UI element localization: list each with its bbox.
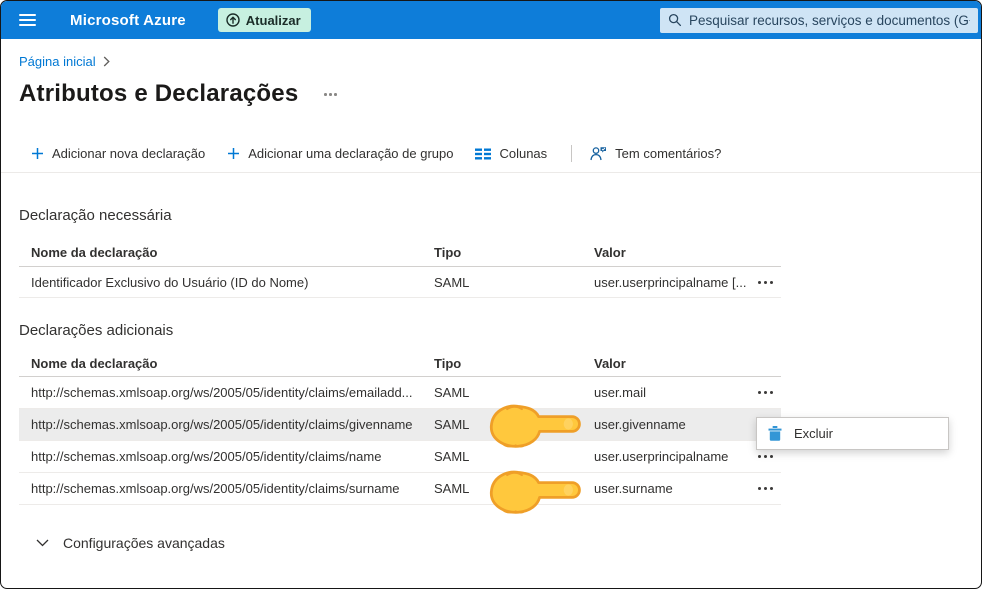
chevron-right-icon	[103, 56, 110, 67]
claim-name: http://schemas.xmlsoap.org/ws/2005/05/id…	[31, 417, 434, 432]
claim-type: SAML	[434, 417, 594, 432]
required-claims-section-title: Declaração necessária	[19, 207, 981, 224]
claim-type: SAML	[434, 385, 594, 400]
plus-icon	[227, 147, 240, 160]
update-button[interactable]: Atualizar	[218, 8, 311, 32]
table-row[interactable]: Identificador Exclusivo do Usuário (ID d…	[19, 267, 781, 298]
column-header-name: Nome da declaração	[31, 356, 434, 371]
column-header-value: Valor	[594, 356, 749, 371]
columns-label: Colunas	[499, 146, 547, 161]
row-context-menu: Excluir	[756, 417, 949, 450]
arrow-up-circle-icon	[226, 13, 240, 27]
feedback-label: Tem comentários?	[615, 146, 721, 161]
row-more-menu-icon[interactable]	[749, 277, 781, 288]
row-more-menu-icon[interactable]	[749, 483, 781, 494]
table-row-name[interactable]: http://schemas.xmlsoap.org/ws/2005/05/id…	[19, 441, 781, 473]
breadcrumb-home-link[interactable]: Página inicial	[19, 54, 96, 69]
claim-value: user.mail	[594, 385, 749, 400]
command-bar: Adicionar nova declaração Adicionar uma …	[1, 141, 981, 173]
row-more-menu-icon[interactable]	[749, 451, 781, 462]
claim-type: SAML	[434, 275, 594, 290]
azure-portal-window: Microsoft Azure Atualizar Página inicial…	[0, 0, 982, 589]
claim-value: user.userprincipalname	[594, 449, 749, 464]
claim-name: http://schemas.xmlsoap.org/ws/2005/05/id…	[31, 481, 434, 496]
delete-menu-item[interactable]: Excluir	[757, 418, 948, 449]
additional-claims-section-title: Declarações adicionais	[19, 322, 981, 339]
column-header-type: Tipo	[434, 356, 594, 371]
update-button-label: Atualizar	[246, 13, 301, 28]
global-search[interactable]	[660, 8, 978, 33]
additional-claims-table: Nome da declaração Tipo Valor http://sch…	[19, 351, 781, 505]
columns-icon	[475, 148, 491, 160]
claim-name: Identificador Exclusivo do Usuário (ID d…	[31, 275, 434, 290]
claim-value: user.userprincipalname [...	[594, 275, 749, 290]
page-content: Página inicial Atributos e Declarações A…	[1, 54, 981, 551]
columns-button[interactable]: Colunas	[475, 146, 547, 161]
chevron-down-icon	[36, 539, 49, 547]
add-group-claim-label: Adicionar uma declaração de grupo	[248, 146, 453, 161]
brand-title: Microsoft Azure	[70, 12, 186, 29]
hamburger-menu-icon[interactable]	[19, 14, 36, 26]
add-claim-label: Adicionar nova declaração	[52, 146, 205, 161]
column-header-name: Nome da declaração	[31, 245, 434, 260]
claim-value: user.givenname	[594, 417, 749, 432]
breadcrumb: Página inicial	[19, 54, 981, 69]
column-header-value: Valor	[594, 245, 749, 260]
claim-name: http://schemas.xmlsoap.org/ws/2005/05/id…	[31, 449, 434, 464]
add-group-claim-button[interactable]: Adicionar uma declaração de grupo	[227, 146, 453, 161]
page-title: Atributos e Declarações	[19, 79, 298, 109]
toolbar-separator	[571, 145, 572, 162]
table-header: Nome da declaração Tipo Valor	[19, 238, 781, 267]
claim-type: SAML	[434, 449, 594, 464]
claim-type: SAML	[434, 481, 594, 496]
add-claim-button[interactable]: Adicionar nova declaração	[31, 146, 205, 161]
claim-name: http://schemas.xmlsoap.org/ws/2005/05/id…	[31, 385, 434, 400]
row-more-menu-icon[interactable]	[749, 387, 781, 398]
table-header: Nome da declaração Tipo Valor	[19, 351, 781, 377]
feedback-button[interactable]: Tem comentários?	[590, 146, 721, 161]
page-title-more-icon[interactable]	[324, 93, 337, 96]
claim-value: user.surname	[594, 481, 749, 496]
feedback-person-icon	[590, 146, 607, 161]
column-header-type: Tipo	[434, 245, 594, 260]
table-row-surname[interactable]: http://schemas.xmlsoap.org/ws/2005/05/id…	[19, 473, 781, 505]
top-bar: Microsoft Azure Atualizar	[1, 1, 981, 39]
search-icon	[668, 13, 682, 27]
plus-icon	[31, 147, 44, 160]
search-input[interactable]	[689, 13, 970, 28]
table-row-givenname[interactable]: http://schemas.xmlsoap.org/ws/2005/05/id…	[19, 409, 781, 441]
delete-menu-item-label: Excluir	[794, 426, 833, 441]
required-claims-table: Nome da declaração Tipo Valor Identifica…	[19, 238, 781, 298]
trash-icon	[768, 426, 782, 441]
advanced-settings-label: Configurações avançadas	[63, 535, 225, 551]
advanced-settings-toggle[interactable]: Configurações avançadas	[36, 535, 981, 551]
table-row-emailaddress[interactable]: http://schemas.xmlsoap.org/ws/2005/05/id…	[19, 377, 781, 409]
